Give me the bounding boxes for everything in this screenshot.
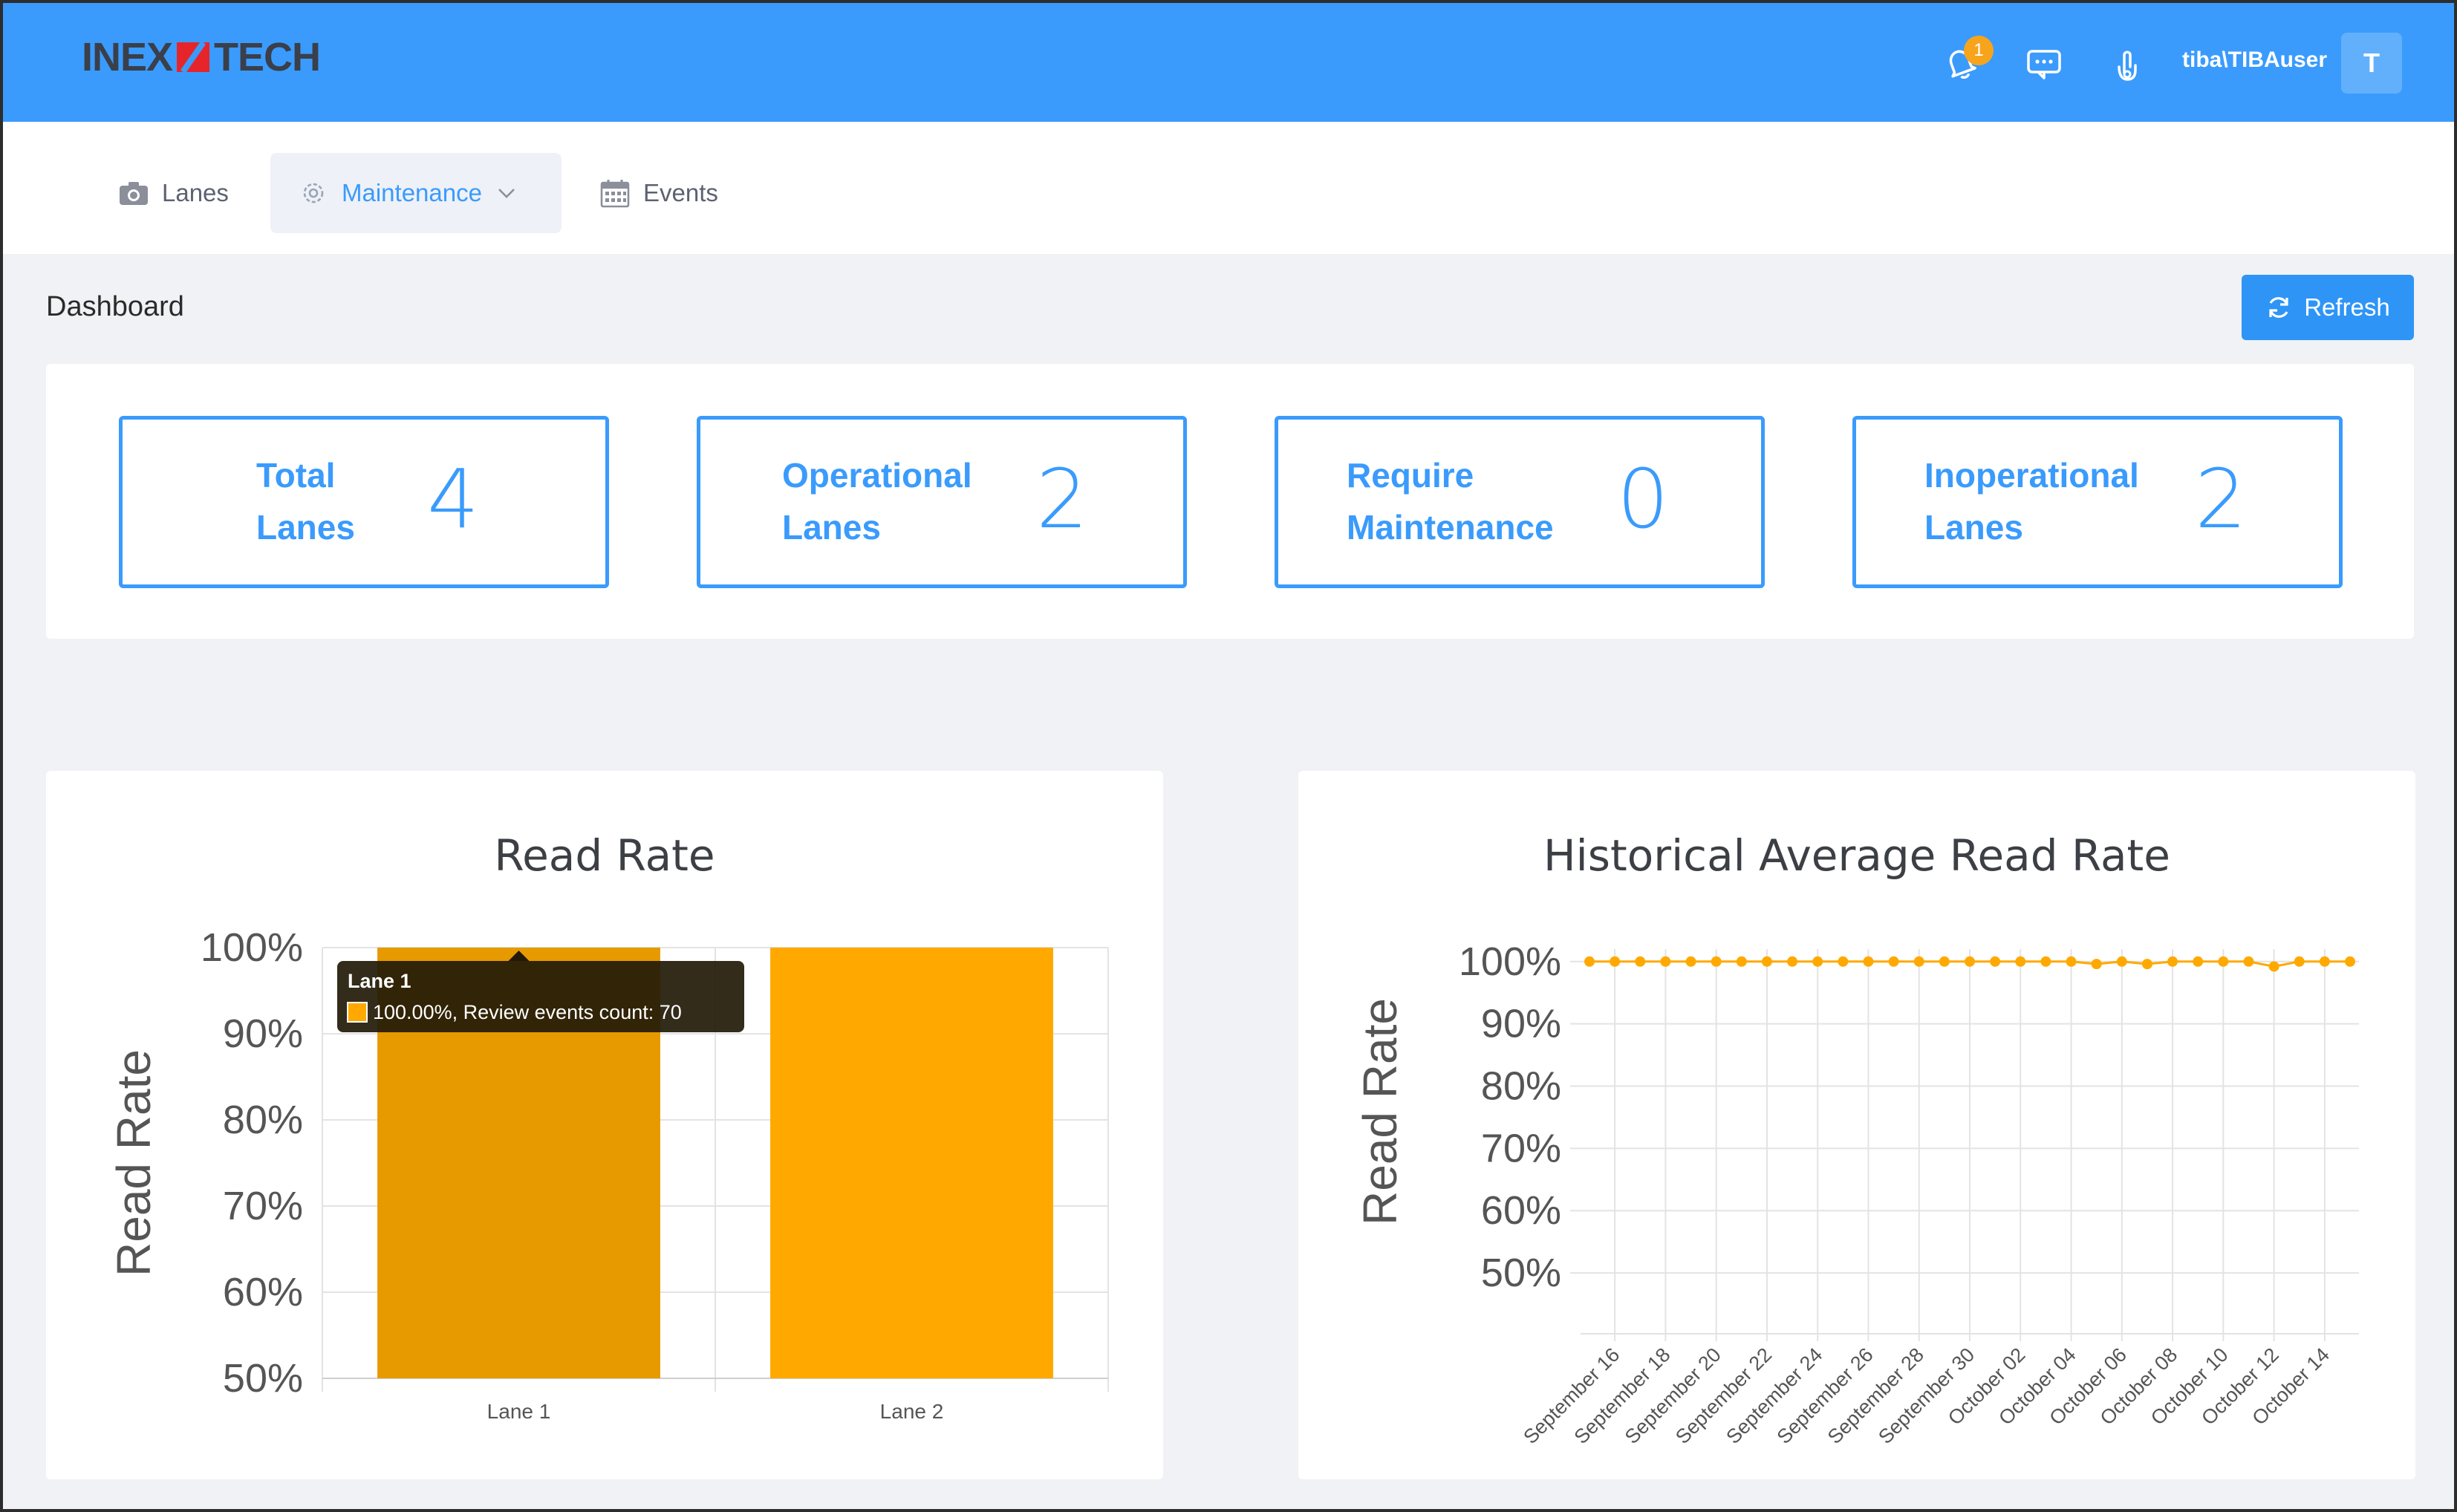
stat-label: Total Lanes bbox=[256, 456, 355, 547]
stat-card-require-maintenance[interactable]: Require Maintenance 0 bbox=[1275, 416, 1765, 588]
x-tick-label: Lane 1 bbox=[487, 1400, 551, 1423]
gear-icon bbox=[303, 183, 324, 203]
logo-mark-icon bbox=[177, 42, 210, 72]
data-point[interactable] bbox=[1660, 956, 1671, 967]
avatar[interactable]: T bbox=[2341, 33, 2402, 94]
data-point[interactable] bbox=[1939, 956, 1950, 967]
x-tick-label: Lane 2 bbox=[880, 1400, 944, 1423]
y-tick-label: 70% bbox=[1481, 1126, 1561, 1170]
stat-label: Operational Lanes bbox=[782, 456, 972, 547]
data-point[interactable] bbox=[1990, 956, 2001, 967]
nav-label-events: Events bbox=[643, 179, 718, 206]
camera-icon bbox=[120, 182, 148, 205]
stat-value: 4 bbox=[427, 452, 479, 547]
data-point[interactable] bbox=[2066, 956, 2077, 967]
y-tick-label: 90% bbox=[1481, 1002, 1561, 1046]
data-point[interactable] bbox=[2091, 959, 2102, 970]
stat-value: 0 bbox=[1617, 452, 1669, 547]
logo-text-left: INEX bbox=[82, 35, 173, 79]
data-point[interactable] bbox=[1888, 956, 1899, 967]
chart-tooltip: Lane 1 100.00%, Review events count: 70 bbox=[337, 951, 744, 1032]
data-point[interactable] bbox=[1584, 956, 1595, 967]
data-point[interactable] bbox=[1635, 956, 1646, 967]
refresh-button[interactable]: Refresh bbox=[2242, 275, 2414, 340]
top-bar: INEX TECH 1 tiba\TIBAuser T bbox=[3, 3, 2454, 122]
read-rate-chart: Read Rate 100% 90% 80% 70% 60% 50% Lane 1 Lane 2… bbox=[107, 925, 1109, 1423]
y-tick-label: 80% bbox=[1481, 1063, 1561, 1108]
data-point[interactable] bbox=[2319, 956, 2330, 967]
data-point[interactable] bbox=[2345, 956, 2355, 967]
logo[interactable]: INEX TECH bbox=[82, 34, 321, 80]
app-window: INEX TECH 1 tiba\TIBAuser T Lanes Mainte… bbox=[0, 0, 2457, 1512]
tooltip-title: Lane 1 bbox=[348, 970, 411, 992]
data-point[interactable] bbox=[2040, 956, 2051, 967]
stat-card-total-lanes[interactable]: Total Lanes 4 bbox=[119, 416, 609, 588]
stat-value: 2 bbox=[1036, 452, 1088, 547]
y-tick-label: 50% bbox=[223, 1356, 303, 1401]
tooltip-swatch bbox=[347, 1002, 368, 1023]
y-tick-label: 60% bbox=[223, 1270, 303, 1314]
nav-bar: Lanes Maintenance Events bbox=[3, 122, 2454, 254]
data-point[interactable] bbox=[1685, 956, 1696, 967]
nav-item-events[interactable]: Events bbox=[572, 153, 746, 233]
historical-read-rate-chart: Read Rate100%90%80%70%60%50%September 16… bbox=[1353, 939, 2359, 1448]
tooltip-text: 100.00%, Review events count: 70 bbox=[373, 1001, 682, 1023]
y-tick-label: 100% bbox=[201, 925, 303, 970]
data-point[interactable] bbox=[1761, 956, 1772, 967]
username[interactable]: tiba\TIBAuser bbox=[2182, 48, 2327, 73]
nav-label-maintenance: Maintenance bbox=[342, 179, 482, 206]
y-tick-label: 60% bbox=[1481, 1188, 1561, 1233]
bar-lane-2[interactable] bbox=[770, 948, 1053, 1378]
data-point[interactable] bbox=[1863, 956, 1874, 967]
refresh-icon bbox=[2269, 297, 2288, 318]
data-point[interactable] bbox=[2193, 956, 2204, 967]
page-title: Dashboard bbox=[46, 291, 184, 322]
data-point[interactable] bbox=[1913, 956, 1924, 967]
y-tick-label: 70% bbox=[223, 1184, 303, 1228]
data-point[interactable] bbox=[2116, 956, 2127, 967]
y-tick-label: 90% bbox=[223, 1011, 303, 1056]
notification-badge: 1 bbox=[1964, 36, 1994, 65]
y-axis-label: Read Rate bbox=[107, 1049, 160, 1277]
chevron-down-icon bbox=[498, 189, 515, 198]
stat-card-inoperational-lanes[interactable]: Inoperational Lanes 2 bbox=[1852, 416, 2343, 588]
stat-value: 2 bbox=[2195, 452, 2247, 547]
stats-panel: Total Lanes 4 Operational Lanes 2 Requir… bbox=[46, 364, 2414, 639]
data-point[interactable] bbox=[1965, 956, 1975, 967]
touch-icon[interactable] bbox=[2108, 45, 2147, 83]
nav-item-lanes[interactable]: Lanes bbox=[91, 153, 257, 233]
data-point[interactable] bbox=[1838, 956, 1849, 967]
data-point[interactable] bbox=[2294, 956, 2305, 967]
y-axis-label: Read Rate bbox=[1353, 998, 1407, 1225]
historical-read-rate-panel: Historical Average Read Rate Read Rate 10… bbox=[1298, 771, 2415, 1479]
data-point[interactable] bbox=[1736, 956, 1747, 967]
stat-label: Require Maintenance bbox=[1347, 456, 1554, 547]
data-point[interactable] bbox=[1711, 956, 1722, 967]
chat-icon[interactable] bbox=[2025, 45, 2063, 83]
calendar-icon bbox=[600, 180, 630, 208]
y-tick-label: 50% bbox=[1481, 1251, 1561, 1295]
data-point[interactable] bbox=[2015, 956, 2026, 967]
data-point[interactable] bbox=[1610, 956, 1621, 967]
data-point[interactable] bbox=[1812, 956, 1823, 967]
stat-label: Inoperational Lanes bbox=[1924, 456, 2139, 547]
y-tick-label: 80% bbox=[223, 1098, 303, 1142]
data-point[interactable] bbox=[2141, 959, 2152, 970]
refresh-label: Refresh bbox=[2304, 293, 2390, 321]
logo-text-right: TECH bbox=[214, 35, 321, 79]
data-point[interactable] bbox=[1787, 956, 1798, 967]
data-point[interactable] bbox=[2167, 956, 2178, 967]
nav-label-lanes: Lanes bbox=[162, 179, 229, 206]
data-point[interactable] bbox=[2268, 961, 2279, 972]
nav-item-maintenance[interactable]: Maintenance bbox=[270, 153, 562, 233]
data-point[interactable] bbox=[2218, 956, 2229, 967]
read-rate-panel: Read Rate Read Rate 100% 90% 80% 70% 60% 50% La… bbox=[46, 771, 1163, 1479]
y-tick-label: 100% bbox=[1459, 939, 1561, 984]
stat-card-operational-lanes[interactable]: Operational Lanes 2 bbox=[697, 416, 1187, 588]
data-point[interactable] bbox=[2243, 956, 2254, 967]
